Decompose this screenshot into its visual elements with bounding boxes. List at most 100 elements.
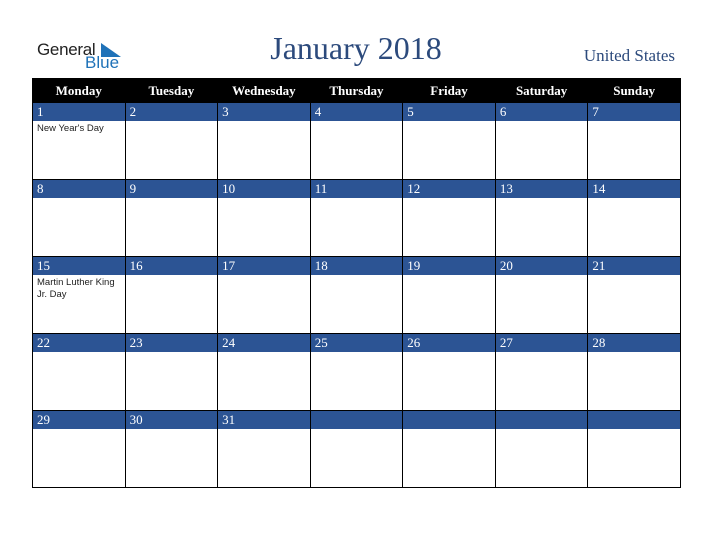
weekday-header-wednesday: Wednesday bbox=[217, 78, 311, 103]
day-number: 21 bbox=[588, 257, 680, 275]
day-cell[interactable]: 4 bbox=[309, 102, 404, 180]
day-cell[interactable]: 23 bbox=[124, 333, 219, 411]
holiday-label bbox=[496, 352, 588, 354]
day-cell[interactable]: 17 bbox=[217, 256, 311, 334]
holiday-label bbox=[403, 275, 495, 277]
country-label: United States bbox=[583, 46, 675, 65]
weekday-header-sunday: Sunday bbox=[587, 78, 681, 103]
day-cell[interactable]: 10 bbox=[217, 179, 311, 257]
day-cell[interactable]: 30 bbox=[124, 410, 219, 488]
day-number: 20 bbox=[495, 257, 588, 275]
holiday-label bbox=[311, 275, 403, 277]
day-cell[interactable]: 22 bbox=[32, 333, 126, 411]
day-number: 9 bbox=[125, 180, 218, 198]
day-cell[interactable]: 28 bbox=[587, 333, 681, 411]
calendar-grid: Monday Tuesday Wednesday Thursday Friday Satu… bbox=[32, 78, 681, 488]
day-cell[interactable]: 19 bbox=[402, 256, 496, 334]
day-number: 14 bbox=[588, 180, 680, 198]
holiday-label bbox=[588, 429, 680, 431]
week-row: 22 23 24 25 26 27 28 bbox=[32, 333, 681, 411]
day-number: 29 bbox=[33, 411, 125, 429]
day-cell[interactable]: 27 bbox=[494, 333, 589, 411]
holiday-label bbox=[33, 352, 125, 354]
holiday-label bbox=[218, 121, 310, 123]
day-cell[interactable]: 13 bbox=[494, 179, 589, 257]
day-number: 10 bbox=[218, 180, 310, 198]
week-row: 1 New Year's Day 2 3 4 5 6 7 bbox=[32, 102, 681, 180]
day-cell[interactable]: 7 bbox=[587, 102, 681, 180]
day-cell[interactable]: 29 bbox=[32, 410, 126, 488]
holiday-label bbox=[311, 121, 403, 123]
day-cell[interactable]: 11 bbox=[309, 179, 404, 257]
weekday-header-thursday: Thursday bbox=[309, 78, 404, 103]
holiday-label bbox=[218, 275, 310, 277]
day-number bbox=[310, 411, 403, 429]
day-cell[interactable]: 15 Martin Luther King Jr. Day bbox=[32, 256, 126, 334]
day-cell[interactable]: 25 bbox=[309, 333, 404, 411]
day-number: 13 bbox=[495, 180, 588, 198]
holiday-label bbox=[496, 275, 588, 277]
holiday-label bbox=[33, 198, 125, 200]
holiday-label: New Year's Day bbox=[37, 123, 104, 134]
holiday-label bbox=[126, 429, 218, 431]
day-cell[interactable]: 14 bbox=[587, 179, 681, 257]
holiday-label bbox=[403, 121, 495, 123]
holiday-label bbox=[311, 198, 403, 200]
weekday-header-saturday: Saturday bbox=[494, 78, 589, 103]
week-row: 8 9 10 11 12 13 14 bbox=[32, 179, 681, 257]
holiday-label bbox=[126, 198, 218, 200]
day-number: 8 bbox=[33, 180, 125, 198]
day-cell[interactable]: 16 bbox=[124, 256, 219, 334]
holiday-label bbox=[403, 198, 495, 200]
day-number: 4 bbox=[310, 103, 403, 121]
day-number bbox=[495, 411, 588, 429]
day-cell[interactable]: 3 bbox=[217, 102, 311, 180]
weekday-header-tuesday: Tuesday bbox=[124, 78, 219, 103]
holiday-label bbox=[496, 121, 588, 123]
weekday-header-friday: Friday bbox=[402, 78, 496, 103]
day-cell[interactable] bbox=[402, 410, 496, 488]
holiday-label bbox=[496, 198, 588, 200]
weekday-header-row: Monday Tuesday Wednesday Thursday Friday Satu… bbox=[32, 78, 681, 103]
day-number: 28 bbox=[588, 334, 680, 352]
day-number: 16 bbox=[125, 257, 218, 275]
day-cell[interactable] bbox=[494, 410, 589, 488]
day-cell[interactable]: 24 bbox=[217, 333, 311, 411]
holiday-label bbox=[311, 429, 403, 431]
day-number: 1 bbox=[33, 103, 125, 121]
day-number: 6 bbox=[495, 103, 588, 121]
week-row: 29 30 31 bbox=[32, 410, 681, 488]
day-number: 30 bbox=[125, 411, 218, 429]
day-number: 27 bbox=[495, 334, 588, 352]
holiday-label bbox=[588, 121, 680, 123]
day-cell[interactable]: 31 bbox=[217, 410, 311, 488]
day-number: 22 bbox=[33, 334, 125, 352]
holiday-label bbox=[311, 352, 403, 354]
holiday-label bbox=[126, 121, 218, 123]
day-cell[interactable] bbox=[587, 410, 681, 488]
day-number: 19 bbox=[403, 257, 495, 275]
day-cell[interactable]: 5 bbox=[402, 102, 496, 180]
day-number: 17 bbox=[218, 257, 310, 275]
day-cell[interactable]: 20 bbox=[494, 256, 589, 334]
day-cell[interactable]: 9 bbox=[124, 179, 219, 257]
day-cell[interactable]: 2 bbox=[124, 102, 219, 180]
day-cell[interactable]: 21 bbox=[587, 256, 681, 334]
holiday-label bbox=[126, 275, 218, 277]
day-number: 2 bbox=[125, 103, 218, 121]
day-number: 7 bbox=[588, 103, 680, 121]
day-number bbox=[403, 411, 495, 429]
holiday-label bbox=[218, 352, 310, 354]
day-number bbox=[588, 411, 680, 429]
day-number: 31 bbox=[218, 411, 310, 429]
day-cell[interactable] bbox=[309, 410, 404, 488]
day-cell[interactable]: 6 bbox=[494, 102, 589, 180]
day-cell[interactable]: 8 bbox=[32, 179, 126, 257]
holiday-label bbox=[588, 198, 680, 200]
day-cell[interactable]: 26 bbox=[402, 333, 496, 411]
day-number: 26 bbox=[403, 334, 495, 352]
day-cell[interactable]: 18 bbox=[309, 256, 404, 334]
day-cell[interactable]: 1 New Year's Day bbox=[32, 102, 126, 180]
day-cell[interactable]: 12 bbox=[402, 179, 496, 257]
weekday-header-monday: Monday bbox=[32, 78, 126, 103]
